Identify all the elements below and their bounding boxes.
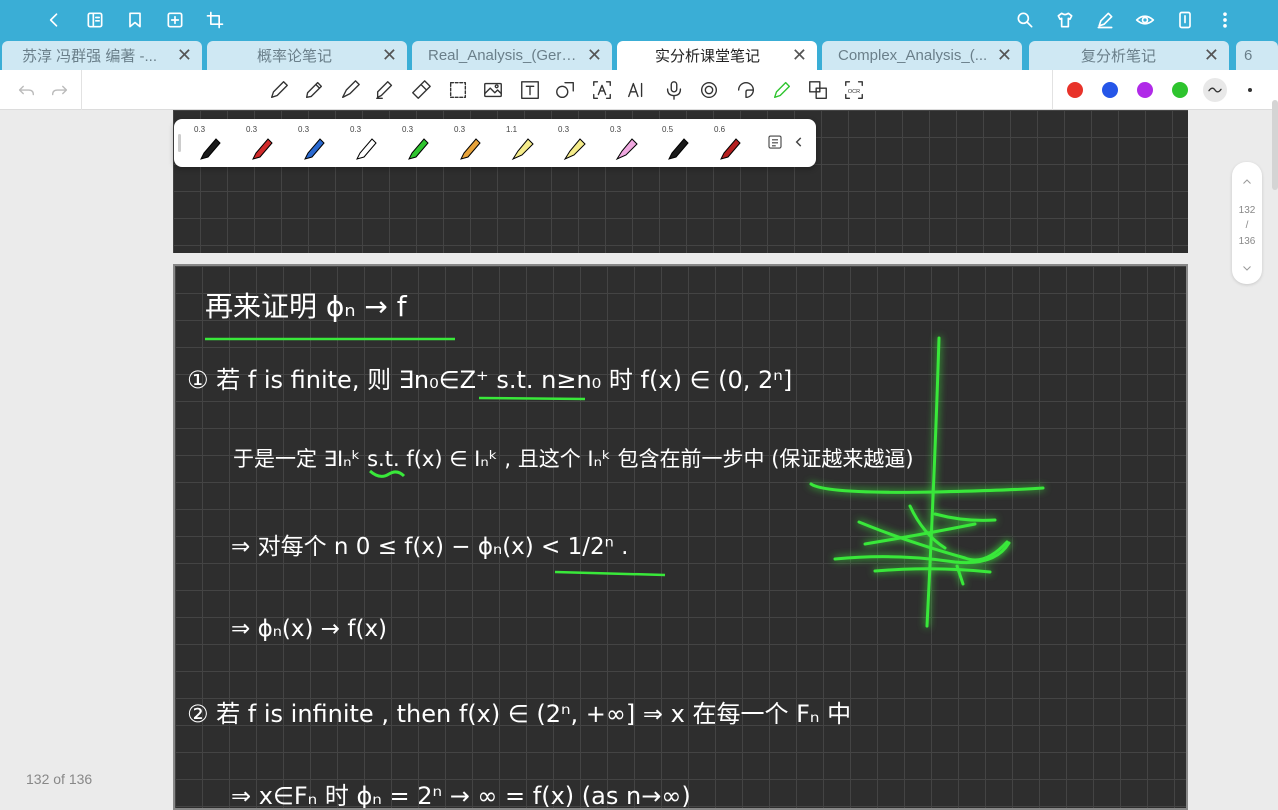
highlighter-preset[interactable]: 0.3 (600, 123, 650, 163)
note-line-5: ② 若 f is infinite , then f(x) ∈ (2ⁿ, +∞]… (187, 700, 851, 728)
handwriting-layer: 再来证明 ϕₙ → f ① 若 f is finite, 则 ∃n₀∈Z⁺ s.… (187, 290, 1045, 808)
note-line-3: ⇒ 对每个 n 0 ≤ f(x) − ϕₙ(x) < 1/2ⁿ . (231, 534, 628, 560)
pencil-tool-icon[interactable] (302, 78, 326, 102)
tab-real-analysis-notes[interactable]: 实分析课堂笔记 ✕ (617, 41, 817, 70)
tab-label: 苏淳 冯群强 编著 -... (22, 48, 158, 65)
pen-preset[interactable]: 0.3 (392, 123, 442, 163)
total-page-number: 136 (1238, 236, 1256, 247)
svg-text:OCR: OCR (848, 89, 860, 95)
text-box-icon[interactable] (518, 78, 542, 102)
sticker-icon[interactable] (734, 78, 758, 102)
note-page-current[interactable]: 再来证明 ϕₙ → f ① 若 f is finite, 则 ∃n₀∈Z⁺ s.… (173, 264, 1188, 810)
drawing-toolbar: OCR (0, 70, 1278, 110)
tab-complex-notes[interactable]: 复分析笔记 ✕ (1029, 41, 1229, 70)
more-vert-icon[interactable] (1213, 8, 1237, 32)
tab-sujun[interactable]: 苏淳 冯群强 编著 -... ✕ (2, 41, 202, 70)
crop-icon[interactable] (203, 8, 227, 32)
more-icon[interactable] (1248, 88, 1252, 92)
color-red-swatch[interactable] (1067, 82, 1083, 98)
divider (1052, 70, 1053, 110)
highlight-underline (554, 570, 666, 577)
green-scribble (809, 336, 1045, 628)
color-green-swatch[interactable] (1172, 82, 1188, 98)
layout-icon[interactable] (1173, 8, 1197, 32)
note-line-1: ① 若 f is finite, 则 ∃n₀∈Z⁺ s.t. n≥n₀ 时 f(… (187, 366, 792, 394)
pen-preset[interactable]: 0.3 (236, 123, 286, 163)
tab-complex-analysis[interactable]: Complex_Analysis_(... ✕ (822, 41, 1022, 70)
tab-label: 6 (1244, 47, 1253, 64)
chevron-up-icon[interactable] (1240, 176, 1254, 191)
collapse-chevron-icon[interactable] (792, 133, 806, 151)
pen-preset[interactable]: 0.3 (444, 123, 494, 163)
note-line-6: ⇒ x∈Fₙ 时 ϕₙ = 2ⁿ → ∞ = f(x) (as n→∞) (231, 782, 691, 808)
color-purple-swatch[interactable] (1137, 82, 1153, 98)
highlighter-preset[interactable]: 0.3 (548, 123, 598, 163)
audio-record-icon[interactable] (697, 78, 721, 102)
tab-label: Real_Analysis_(Gera... (428, 47, 578, 64)
ocr-icon[interactable]: OCR (842, 78, 866, 102)
undo-icon[interactable] (14, 78, 38, 102)
note-title: 再来证明 ϕₙ → f (205, 290, 408, 323)
vertical-scrollbar[interactable] (1272, 100, 1278, 190)
page-scroller[interactable]: 132 / 136 (1232, 162, 1262, 284)
color-blue-swatch[interactable] (1102, 82, 1118, 98)
pen-settings-icon[interactable] (766, 133, 784, 151)
close-icon[interactable]: ✕ (792, 45, 807, 66)
lasso-select-icon[interactable] (446, 78, 470, 102)
divider (81, 70, 82, 110)
highlight-underline (478, 396, 586, 401)
microphone-icon[interactable] (662, 78, 686, 102)
image-icon[interactable] (481, 78, 505, 102)
translate-icon[interactable] (806, 78, 830, 102)
back-icon[interactable] (42, 8, 66, 32)
drag-handle[interactable] (178, 134, 181, 152)
chevron-down-icon[interactable] (1240, 262, 1254, 277)
close-icon[interactable]: ✕ (382, 45, 397, 66)
tab-overflow[interactable]: 6 (1236, 41, 1278, 70)
note-line-2: 于是一定 ∃Iₙᵏ s.t. f(x) ∈ Iₙᵏ , 且这个 Iₙᵏ 包含在前… (233, 447, 914, 471)
close-icon[interactable]: ✕ (997, 45, 1012, 66)
pen-preset[interactable]: 0.5 (652, 123, 702, 163)
tab-label: Complex_Analysis_(... (838, 47, 988, 64)
stroke-style-icon[interactable] (1203, 78, 1227, 102)
outline-icon[interactable] (83, 8, 107, 32)
add-page-icon[interactable] (163, 8, 187, 32)
document-tabs: 苏淳 冯群强 编著 -... ✕ 概率论笔记 ✕ Real_Analysis_(… (0, 40, 1278, 70)
ai-icon[interactable] (625, 78, 649, 102)
close-icon[interactable]: ✕ (1204, 45, 1219, 66)
eye-icon[interactable] (1133, 8, 1157, 32)
current-page-number: 132 (1238, 205, 1256, 216)
highlighter-preset[interactable]: 1.1 (496, 123, 546, 163)
pen-mode-icon[interactable] (1093, 8, 1117, 32)
pen-preset[interactable]: 0.3 (288, 123, 338, 163)
pen-preset[interactable]: 0.3 (184, 123, 234, 163)
tab-probability-notes[interactable]: 概率论笔记 ✕ (207, 41, 407, 70)
bookmark-icon[interactable] (123, 8, 147, 32)
highlighter-icon[interactable] (373, 78, 397, 102)
eraser-icon[interactable] (409, 78, 433, 102)
pen-presets-popup: 0.3 0.3 0.3 0.3 0.3 0.3 1.1 0.3 0.3 0.5 … (174, 119, 816, 167)
pen-tool-icon[interactable] (267, 78, 291, 102)
laser-pointer-icon[interactable] (770, 78, 794, 102)
top-app-bar (0, 0, 1278, 40)
tab-label: 实分析课堂笔记 (655, 48, 761, 65)
close-icon[interactable]: ✕ (177, 45, 192, 66)
text-recognize-icon[interactable] (590, 78, 614, 102)
shape-icon[interactable] (553, 78, 577, 102)
redo-icon[interactable] (48, 78, 72, 102)
search-icon[interactable] (1013, 8, 1037, 32)
pen-preset[interactable]: 0.6 (704, 123, 754, 163)
tab-real-analysis[interactable]: Real_Analysis_(Gera... ✕ (412, 41, 612, 70)
note-line-4: ⇒ ϕₙ(x) → f(x) (231, 616, 387, 642)
pen-preset[interactable]: 0.3 (340, 123, 390, 163)
close-icon[interactable]: ✕ (587, 45, 602, 66)
theme-shirt-icon[interactable] (1053, 8, 1077, 32)
note-canvas[interactable]: 再来证明 ϕₙ → f ① 若 f is finite, 则 ∃n₀∈Z⁺ s.… (0, 110, 1278, 810)
fountain-pen-icon[interactable] (338, 78, 362, 102)
page-counter: 132 of 136 (26, 771, 93, 787)
page-separator: / (1245, 220, 1249, 231)
circle-mark (368, 469, 406, 478)
